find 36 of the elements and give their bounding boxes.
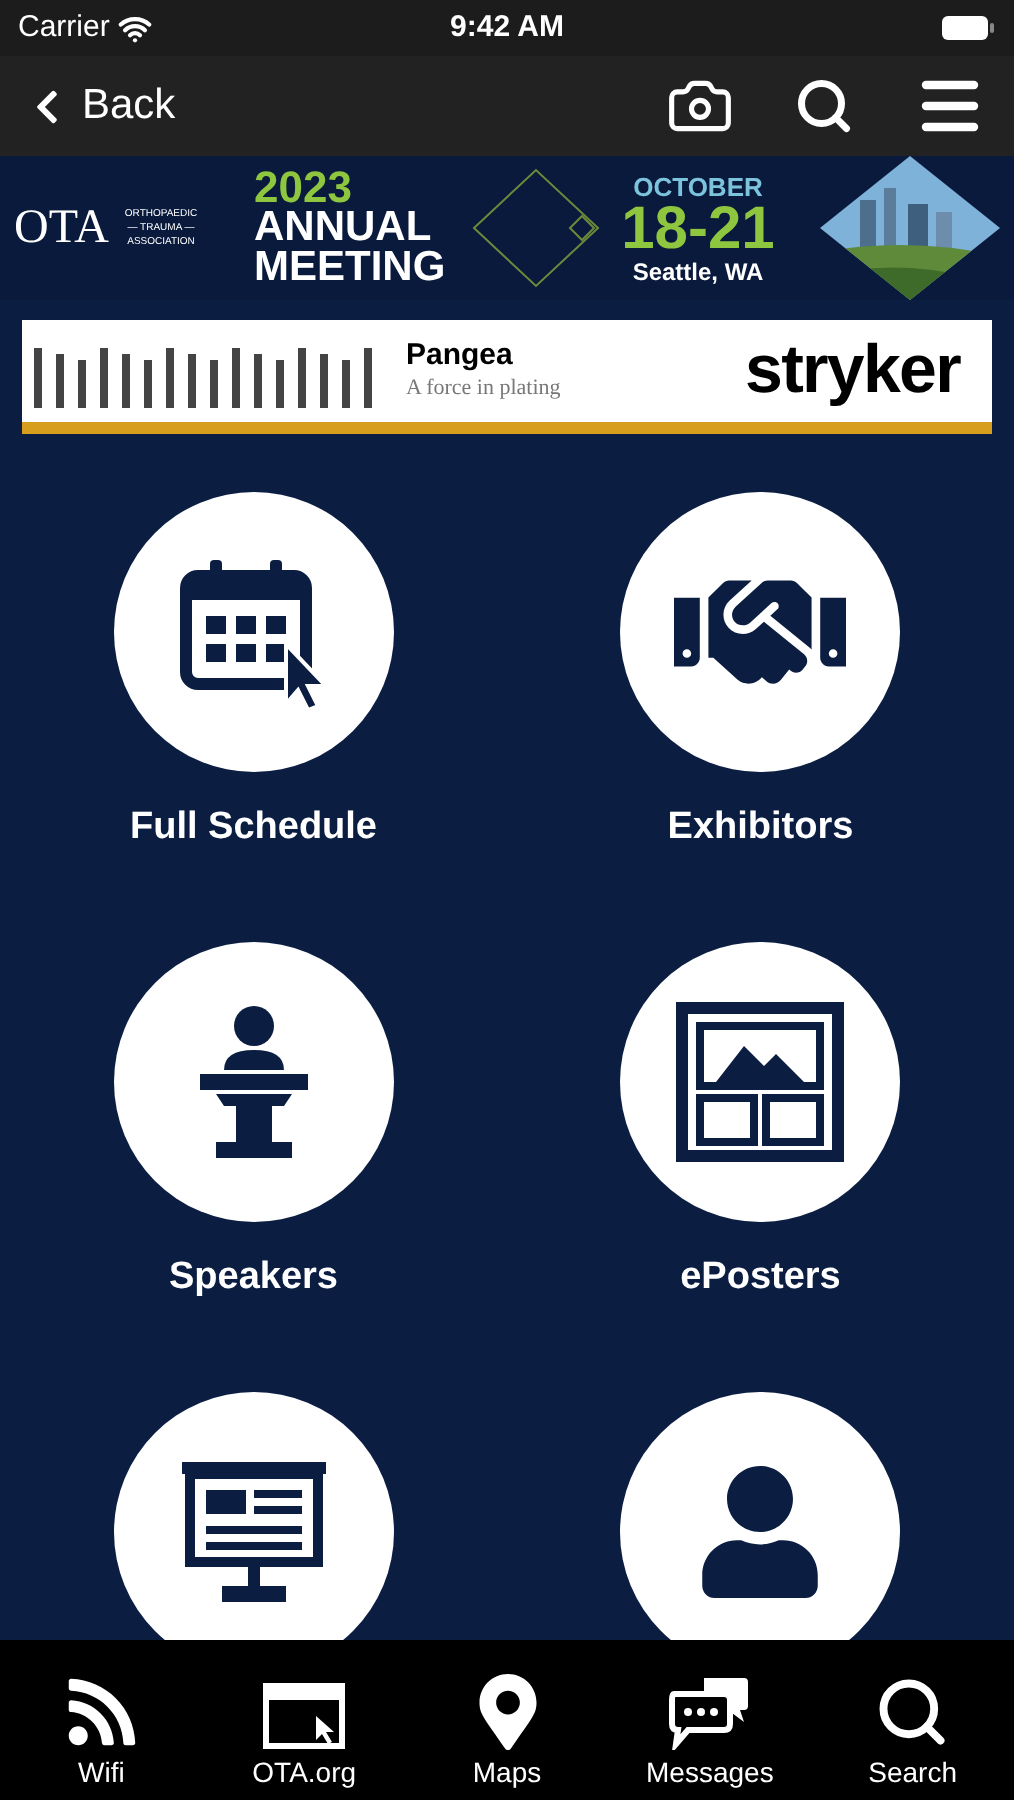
- search-icon[interactable]: [794, 76, 854, 136]
- place: Seattle, WA: [632, 259, 764, 283]
- logo: OTA: [14, 200, 109, 258]
- back-button[interactable]: Back: [28, 74, 176, 138]
- tile-label: Exhibitors: [667, 806, 854, 850]
- ad-product: Pangea: [406, 338, 515, 376]
- rss-icon: [63, 1674, 140, 1750]
- month: OCTOBER: [633, 173, 763, 199]
- menu-tile[interactable]: Full Schedule: [0, 492, 507, 850]
- menu-tile[interactable]: ePosters: [507, 942, 1014, 1300]
- diamond-outline-icon: [470, 166, 602, 290]
- battery-icon: [940, 14, 996, 42]
- tab-button[interactable]: Search: [811, 1656, 1014, 1796]
- poster-icon: [676, 1002, 845, 1162]
- tile-label: Speakers: [168, 1256, 338, 1300]
- tab-button[interactable]: Maps: [405, 1656, 609, 1796]
- menu-tile[interactable]: Speakers: [0, 942, 507, 1300]
- browser-window-icon: [262, 1682, 347, 1750]
- tab-button[interactable]: Messages: [608, 1656, 812, 1796]
- tile-label: Full Schedule: [129, 806, 378, 850]
- sponsor-ad[interactable]: Pangea A force in plating stryker: [22, 320, 992, 434]
- title-line: ANNUAL: [254, 208, 434, 248]
- clock: 9:42 AM: [450, 7, 564, 48]
- tile-label: ePosters: [680, 1256, 841, 1300]
- brand-logo: stryker: [745, 330, 960, 412]
- wifi-signal-icon: [117, 11, 152, 45]
- chat-bubbles-icon: [667, 1674, 752, 1750]
- year: 2023: [254, 168, 352, 208]
- ad-tagline: A force in plating: [406, 376, 561, 404]
- dates: 18-21: [621, 199, 775, 259]
- search-icon: [874, 1674, 951, 1750]
- title-line: MEETING: [254, 248, 448, 288]
- tab-button[interactable]: Wifi: [0, 1656, 203, 1796]
- tab-button[interactable]: OTA.org: [202, 1656, 406, 1796]
- menu-tile[interactable]: Exhibitors: [507, 492, 1014, 850]
- carrier-label: Carrier: [18, 7, 110, 48]
